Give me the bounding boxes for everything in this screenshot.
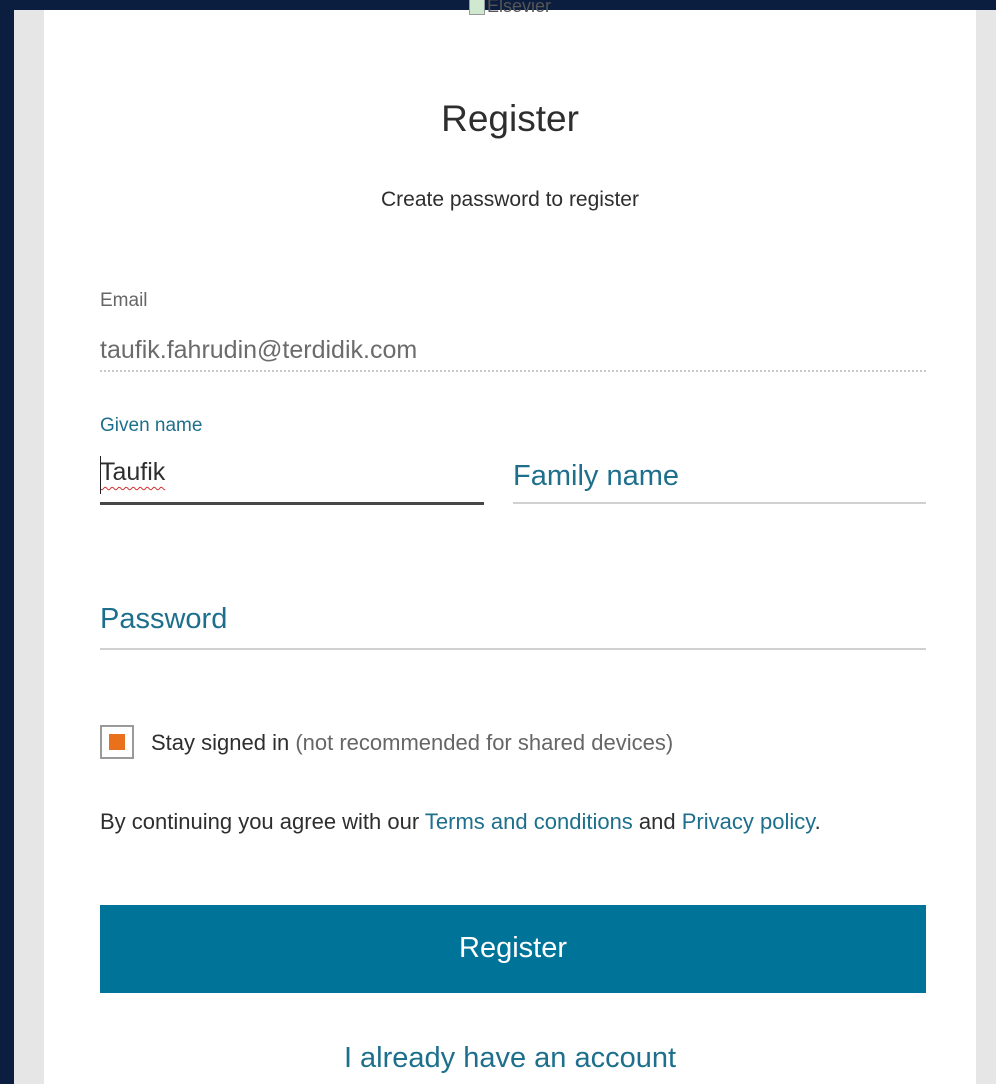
password-placeholder[interactable]: Password xyxy=(100,603,227,636)
terms-agreement: By continuing you agree with our Terms a… xyxy=(100,800,930,844)
register-card: Elsevier Register Create password to reg… xyxy=(44,0,976,1084)
logo-alt-text: Elsevier xyxy=(486,0,552,16)
email-label: Email xyxy=(100,290,148,311)
stay-signed-in-text: Stay signed in xyxy=(151,730,290,755)
page-title: Register xyxy=(441,98,579,139)
terms-suffix: . xyxy=(814,809,821,834)
terms-prefix: By continuing you agree with our xyxy=(100,809,425,834)
email-underline xyxy=(100,370,926,372)
terms-middle: and xyxy=(632,809,682,834)
have-account-link[interactable]: I already have an account xyxy=(44,1042,976,1075)
broken-image-icon xyxy=(468,0,485,16)
page-subtitle: Create password to register xyxy=(381,188,639,211)
given-name-label: Given name xyxy=(100,415,203,436)
stay-signed-in-label[interactable]: Stay signed in (not recommended for shar… xyxy=(151,730,673,756)
email-field: taufik.fahrudin@terdidik.com xyxy=(100,336,418,364)
given-name-value[interactable]: Taufik xyxy=(100,458,165,487)
page-margin-left xyxy=(14,10,44,1084)
stay-signed-in-checkbox[interactable] xyxy=(100,725,134,759)
family-name-placeholder[interactable]: Family name xyxy=(513,460,679,493)
register-button[interactable]: Register xyxy=(100,905,926,993)
checkbox-checked-mark xyxy=(109,734,125,750)
elsevier-logo: Elsevier xyxy=(44,0,976,16)
terms-and-conditions-link[interactable]: Terms and conditions xyxy=(425,809,633,834)
stay-signed-in-note: (not recommended for shared devices) xyxy=(295,730,674,755)
text-cursor xyxy=(100,456,101,494)
privacy-policy-link[interactable]: Privacy policy xyxy=(682,809,815,834)
page-margin-right xyxy=(976,10,996,1084)
